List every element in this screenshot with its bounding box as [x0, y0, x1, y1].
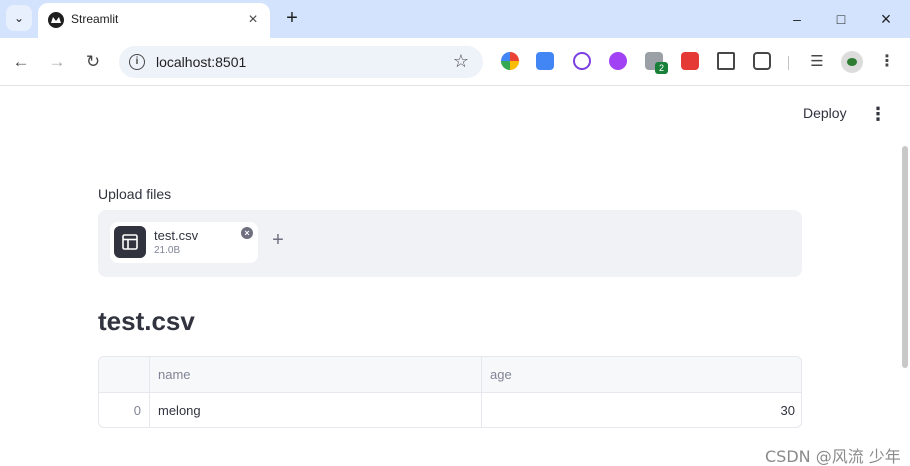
dataframe[interactable]: name age 0 melong 30 [98, 356, 802, 428]
url-text[interactable]: localhost:8501 [156, 54, 246, 70]
main-menu-icon[interactable]: ⋮ [869, 103, 887, 125]
extension-crop-icon[interactable] [717, 52, 735, 70]
watermark: CSDN @风流 少年 [765, 447, 901, 466]
uploader-label: Upload files [98, 186, 172, 202]
media-queue-icon[interactable]: ☰ [805, 50, 829, 74]
tab-title: Streamlit [71, 12, 119, 26]
close-window-icon[interactable]: × [875, 8, 897, 30]
extension-clipboard-icon[interactable]: 2 [645, 52, 668, 74]
bookmark-star-icon[interactable]: ☆ [453, 51, 469, 72]
close-icon[interactable]: × [244, 11, 262, 29]
cell-age[interactable]: 30 [482, 393, 801, 427]
maximize-icon[interactable]: □ [830, 8, 852, 30]
table-header: name age [99, 357, 801, 393]
extensions-icon[interactable] [753, 52, 771, 70]
tab-strip: ⌄ Streamlit × + – □ × [0, 0, 910, 38]
deploy-button[interactable]: Deploy [803, 105, 847, 121]
more-vert-icon[interactable]: ⋮ [875, 50, 899, 74]
table-file-icon [114, 226, 146, 258]
table-row: 0 melong 30 [99, 393, 801, 427]
site-info-icon[interactable]: i [129, 54, 145, 70]
row-index[interactable]: 0 [99, 393, 150, 427]
plus-icon[interactable]: + [281, 7, 303, 29]
extension-code-icon[interactable] [609, 52, 627, 70]
extension-badge: 2 [655, 62, 668, 74]
column-header-name[interactable]: name [150, 357, 482, 392]
column-header-index[interactable] [99, 357, 150, 392]
address-bar[interactable]: i localhost:8501 ☆ [119, 46, 483, 78]
streamlit-logo-icon [48, 12, 64, 28]
back-arrow-icon[interactable]: ← [9, 50, 33, 74]
tab-list-icon[interactable]: ⌄ [6, 5, 32, 31]
uploaded-file-name: test.csv [154, 228, 199, 243]
browser-toolbar: ← → ↻ i localhost:8501 ☆ 2 ☰ ⋮ [0, 38, 910, 86]
profile-avatar-icon[interactable] [841, 51, 863, 73]
browser-tab[interactable]: Streamlit × [38, 3, 270, 38]
extension-translate-icon[interactable] [536, 52, 554, 70]
forward-arrow-icon[interactable]: → [45, 50, 69, 74]
toolbar-divider [788, 56, 789, 70]
minimize-icon[interactable]: – [786, 8, 808, 30]
add-file-icon[interactable]: + [268, 228, 288, 252]
page-title: test.csv [98, 306, 195, 336]
cell-name[interactable]: melong [150, 393, 482, 427]
reload-icon[interactable]: ↻ [81, 50, 105, 74]
column-header-age[interactable]: age [482, 357, 801, 392]
extension-lens-icon[interactable] [573, 52, 591, 70]
extension-puzzle-red-icon[interactable] [681, 52, 699, 70]
file-dropzone[interactable]: test.csv 21.0B × + [98, 210, 802, 277]
uploaded-file-size: 21.0B [154, 245, 181, 256]
uploaded-file-chip: test.csv 21.0B × [110, 222, 258, 263]
page-scrollbar[interactable] [902, 146, 908, 368]
streamlit-app: Deploy ⋮ Upload files test.csv 21.0B × +… [0, 86, 910, 466]
extension-chrome-icon[interactable] [501, 52, 519, 70]
remove-file-icon[interactable]: × [241, 227, 253, 239]
